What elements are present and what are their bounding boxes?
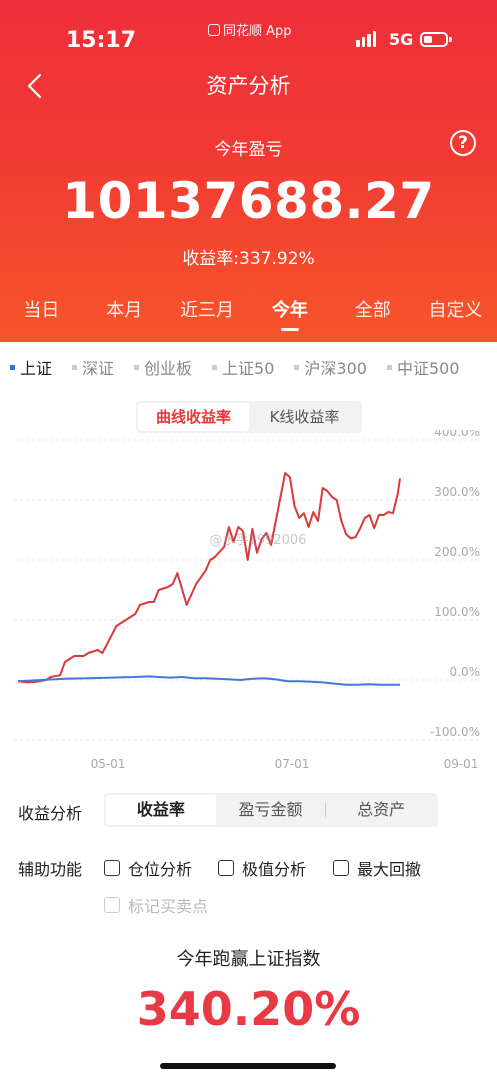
x-tick-label: 07-01	[275, 757, 310, 771]
dot-icon	[134, 364, 140, 370]
dot-icon	[386, 364, 392, 370]
tab-this-year[interactable]: 今年	[248, 296, 331, 336]
index-tab-sse50[interactable]: 上证50	[212, 352, 274, 382]
checkbox-label: 最大回撤	[357, 860, 422, 879]
checkbox-icon	[218, 860, 234, 876]
total-profit-value: 10137688.27	[62, 172, 435, 230]
aux-label: 辅助功能	[18, 860, 83, 879]
chart-grid	[14, 439, 480, 741]
y-tick-label: 400.0%	[434, 430, 480, 439]
analysis-segment: 收益率 盈亏金额 总资产	[104, 793, 438, 827]
yield-chart[interactable]: 400.0% 300.0% 200.0% 100.0% 0.0% -100.0% 05-0…	[0, 430, 497, 775]
status-app-name: 同花顺 App	[223, 24, 292, 39]
tab-all[interactable]: 全部	[331, 296, 414, 336]
chart-series	[17, 472, 401, 686]
y-tick-label: 300.0%	[434, 485, 480, 499]
checkbox-icon	[104, 860, 120, 876]
y-tick-label: -100.0%	[430, 725, 480, 739]
extreme-analysis-checkbox[interactable]: 极值分析	[218, 856, 306, 880]
index-tab-label: 创业板	[144, 359, 193, 378]
position-analysis-checkbox[interactable]: 仓位分析	[104, 856, 192, 880]
account-yield-line	[17, 472, 401, 684]
chart-mode-toggle: 曲线收益率 K线收益率	[136, 401, 362, 433]
app-icon	[208, 23, 220, 36]
tab-custom[interactable]: 自定义	[414, 296, 497, 336]
watermark: @水手1992006	[210, 533, 307, 548]
tab-three-months[interactable]: 近三月	[166, 296, 249, 336]
beat-index-value: 340.20%	[136, 982, 361, 1036]
y-tick-label: 0.0%	[450, 665, 481, 679]
network-type: 5G	[389, 30, 414, 49]
curve-yield-option[interactable]: 曲线收益率	[138, 403, 249, 431]
dot-icon	[294, 364, 300, 370]
checkbox-icon	[333, 860, 349, 876]
index-tab-label: 深证	[82, 359, 115, 378]
index-tab-label: 中证500	[396, 359, 460, 378]
index-tabs: 上证 深证 创业板 上证50 沪深300 中证500	[0, 352, 497, 382]
checkbox-label: 极值分析	[242, 860, 307, 879]
x-tick-label: 09-01	[444, 757, 479, 771]
mark-trades-checkbox: 标记买卖点	[104, 893, 208, 917]
checkbox-icon	[104, 897, 120, 913]
y-axis-labels: 400.0% 300.0% 200.0% 100.0% 0.0% -100.0%	[430, 430, 480, 739]
signal-icon	[356, 31, 376, 47]
kline-yield-option[interactable]: K线收益率	[249, 403, 360, 431]
y-tick-label: 100.0%	[434, 605, 480, 619]
max-drawdown-checkbox[interactable]: 最大回撤	[333, 856, 421, 880]
index-tab-label: 上证	[20, 359, 53, 378]
x-tick-label: 05-01	[91, 757, 126, 771]
index-tab-csi500[interactable]: 中证500	[386, 352, 460, 382]
y-tick-label: 200.0%	[434, 545, 480, 559]
active-dot-icon	[10, 364, 15, 370]
index-yield-line	[17, 675, 400, 686]
analysis-option-profit-amount[interactable]: 盈亏金额	[216, 795, 326, 825]
checkbox-label: 标记买卖点	[128, 897, 209, 916]
status-bar: 15:17 同花顺 App 5G	[0, 0, 497, 70]
checkbox-label: 仓位分析	[128, 860, 193, 879]
dot-icon	[72, 364, 78, 370]
yield-rate: 收益率:337.92%	[182, 249, 315, 269]
status-time: 15:17	[66, 28, 137, 53]
analysis-option-total-assets[interactable]: 总资产	[326, 795, 436, 825]
header-panel: 15:17 同花顺 App 5G 资产分析 今年盈亏 ? 10137688.27…	[0, 0, 497, 342]
index-tab-shenzhen[interactable]: 深证	[72, 352, 114, 382]
home-indicator[interactable]	[160, 1063, 336, 1069]
help-icon[interactable]: ?	[450, 130, 476, 156]
index-tab-shanghai[interactable]: 上证	[10, 352, 52, 382]
tab-today[interactable]: 当日	[0, 296, 83, 336]
index-tab-label: 上证50	[222, 359, 275, 378]
status-app-indicator: 同花顺 App	[208, 20, 292, 39]
page-title: 资产分析	[206, 74, 291, 98]
index-tab-label: 沪深300	[304, 359, 367, 378]
index-tab-csi300[interactable]: 沪深300	[294, 352, 367, 382]
analysis-label: 收益分析	[18, 804, 83, 823]
x-axis-labels: 05-01 07-01 09-01	[91, 757, 479, 771]
tab-month[interactable]: 本月	[83, 296, 166, 336]
profit-subtitle: 今年盈亏	[214, 140, 283, 160]
dot-icon	[212, 364, 218, 370]
tabs-fade	[467, 352, 497, 382]
period-tabs: 当日 本月 近三月 今年 全部 自定义	[0, 296, 497, 336]
index-tab-chinext[interactable]: 创业板	[134, 352, 192, 382]
beat-index-title: 今年跑赢上证指数	[176, 949, 321, 970]
battery-icon	[420, 32, 452, 47]
analysis-option-yield[interactable]: 收益率	[106, 795, 216, 825]
